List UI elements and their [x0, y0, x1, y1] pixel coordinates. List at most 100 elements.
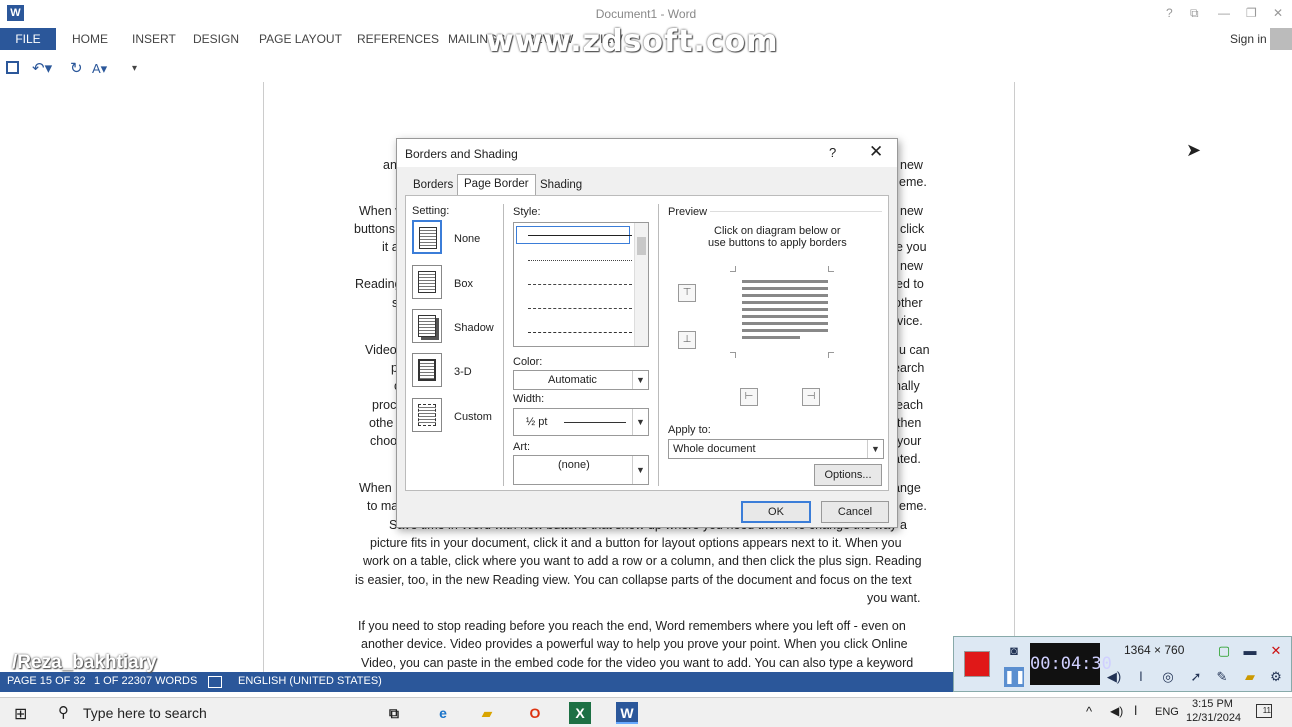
style-list-scrollbar[interactable] — [634, 223, 648, 346]
setting-3d-label[interactable]: 3-D — [454, 366, 472, 378]
tab-borders[interactable]: Borders — [407, 176, 459, 196]
line-style-list[interactable] — [513, 222, 649, 347]
search-icon[interactable]: ⚲ — [58, 703, 69, 721]
setting-3d-icon[interactable] — [412, 353, 442, 387]
stop-record-button[interactable] — [964, 651, 990, 677]
opera-icon[interactable]: O — [524, 702, 546, 724]
windows-start-icon[interactable]: ⊞ — [14, 704, 27, 724]
word-count[interactable]: 1 OF 22307 WORDS — [94, 675, 197, 687]
help-icon[interactable]: ? — [1166, 6, 1173, 20]
chevron-down-icon[interactable]: ▼ — [632, 409, 648, 435]
ok-button[interactable]: OK — [741, 501, 811, 523]
sign-in-link[interactable]: Sign in — [1230, 32, 1267, 46]
minimize-button[interactable]: — — [1218, 6, 1230, 20]
windows-taskbar: ⊞ ⚲ Type here to search ⧉ e ▰ O X W ^ ◀)… — [0, 697, 1292, 727]
redo-icon[interactable]: ↻ — [70, 59, 83, 77]
dialog-help-button[interactable]: ? — [829, 145, 836, 160]
tab-page-layout[interactable]: PAGE LAYOUT — [259, 32, 342, 46]
line-style-solid[interactable] — [528, 235, 632, 236]
close-icon[interactable]: ✕ — [1266, 641, 1286, 661]
notifications-icon[interactable]: 11 — [1256, 704, 1272, 718]
user-avatar-icon[interactable] — [1270, 28, 1292, 50]
task-view-icon[interactable]: ⧉ — [383, 702, 405, 724]
setting-custom-icon[interactable] — [412, 398, 442, 432]
setting-shadow-label[interactable]: Shadow — [454, 322, 494, 334]
clock-date[interactable]: 12/31/2024 — [1186, 712, 1241, 724]
dialog-close-button[interactable]: ✕ — [869, 142, 883, 162]
color-value: Automatic — [548, 374, 597, 386]
speaker-icon[interactable]: ◀) — [1104, 667, 1124, 687]
region-icon[interactable]: ▢ — [1214, 641, 1234, 661]
border-preview-diagram[interactable] — [730, 266, 834, 358]
file-explorer-icon[interactable]: ▰ — [476, 702, 498, 724]
width-dropdown[interactable]: ½ pt ▼ — [513, 408, 649, 436]
tab-file[interactable]: FILE — [0, 28, 56, 50]
setting-box-icon[interactable] — [412, 265, 442, 299]
line-style-dotted[interactable] — [528, 260, 632, 261]
tab-insert[interactable]: INSERT — [132, 32, 176, 46]
setting-box-label[interactable]: Box — [454, 278, 473, 290]
right-border-button-icon[interactable]: ⊣ — [802, 388, 820, 406]
volume-icon[interactable]: ◀) — [1110, 704, 1123, 718]
page-count[interactable]: PAGE 15 OF 32 — [7, 675, 86, 687]
setting-custom-label[interactable]: Custom — [454, 411, 492, 423]
taskbar-search-input[interactable]: Type here to search — [83, 705, 207, 721]
line-style-dashed[interactable] — [528, 308, 632, 309]
cancel-button[interactable]: Cancel — [821, 501, 889, 523]
close-button[interactable]: ✕ — [1273, 6, 1283, 20]
cursor-icon[interactable]: ➚ — [1186, 667, 1206, 687]
keyboard-language[interactable]: ENG — [1155, 706, 1179, 718]
clock-time[interactable]: 3:15 PM — [1192, 698, 1233, 710]
top-border-button-icon[interactable]: ⊤ — [678, 284, 696, 302]
doc-text-fragment: an — [383, 158, 397, 172]
width-value: ½ pt — [526, 416, 548, 428]
doc-paragraph-line: Video, you can paste in the embed code f… — [361, 656, 914, 670]
text-format-icon[interactable]: A▾ — [92, 61, 107, 77]
microphone-icon[interactable]: ǀ — [1134, 703, 1137, 718]
line-style-dash-dot[interactable] — [528, 332, 632, 333]
ribbon-display-options-icon[interactable]: ⧉ — [1190, 6, 1199, 21]
pen-icon[interactable]: ✎ — [1212, 667, 1232, 687]
pause-icon[interactable]: ❚❚ — [1004, 667, 1026, 687]
minimize-icon[interactable]: ▬ — [1240, 641, 1260, 661]
setting-none-icon[interactable] — [412, 220, 442, 254]
setting-shadow-icon[interactable] — [412, 309, 442, 343]
undo-icon[interactable]: ↶▾ — [32, 59, 52, 77]
settings-gear-icon[interactable]: ⚙ — [1266, 667, 1286, 687]
doc-text-fragment: othe — [369, 416, 394, 430]
camera-icon[interactable]: ◙ — [1004, 641, 1024, 661]
tab-design[interactable]: DESIGN — [193, 32, 239, 46]
line-style-dashed-small[interactable] — [528, 284, 632, 285]
excel-icon[interactable]: X — [569, 702, 591, 724]
color-dropdown[interactable]: Automatic ▼ — [513, 370, 649, 390]
language-status[interactable]: ENGLISH (UNITED STATES) — [238, 675, 382, 687]
tab-shading[interactable]: Shading — [534, 176, 588, 196]
chevron-down-icon[interactable]: ▼ — [867, 440, 883, 458]
options-button[interactable]: Options... — [814, 464, 882, 486]
proofing-icon[interactable] — [208, 676, 222, 688]
doc-text-fragment: your — [897, 434, 922, 448]
save-icon[interactable] — [6, 61, 19, 74]
customize-toolbar-icon[interactable]: ▾ — [132, 63, 137, 74]
apply-to-dropdown[interactable]: Whole document ▼ — [668, 439, 884, 459]
restore-button[interactable]: ❐ — [1246, 6, 1257, 20]
tab-references[interactable]: REFERENCES — [357, 32, 439, 46]
preview-label: Preview — [668, 206, 708, 218]
folder-icon[interactable]: ▰ — [1240, 667, 1260, 687]
edge-icon[interactable]: e — [432, 702, 454, 724]
word-icon[interactable]: W — [616, 702, 638, 724]
webcam-icon[interactable]: ◎ — [1158, 667, 1178, 687]
left-border-button-icon[interactable]: ⊢ — [740, 388, 758, 406]
setting-none-label[interactable]: None — [454, 233, 480, 245]
tray-chevron-icon[interactable]: ^ — [1086, 704, 1092, 719]
preview-hint: Click on diagram below or — [714, 225, 841, 237]
tab-page-border[interactable]: Page Border — [457, 174, 536, 196]
chevron-down-icon[interactable]: ▼ — [632, 456, 648, 484]
chevron-down-icon[interactable]: ▼ — [632, 371, 648, 389]
art-dropdown[interactable]: (none) ▼ — [513, 455, 649, 485]
doc-text-fragment: each — [896, 398, 924, 412]
scroll-thumb[interactable] — [637, 237, 646, 255]
bottom-border-button-icon[interactable]: ⊥ — [678, 331, 696, 349]
tab-home[interactable]: HOME — [72, 32, 108, 46]
microphone-icon[interactable]: ǀ — [1131, 667, 1151, 687]
